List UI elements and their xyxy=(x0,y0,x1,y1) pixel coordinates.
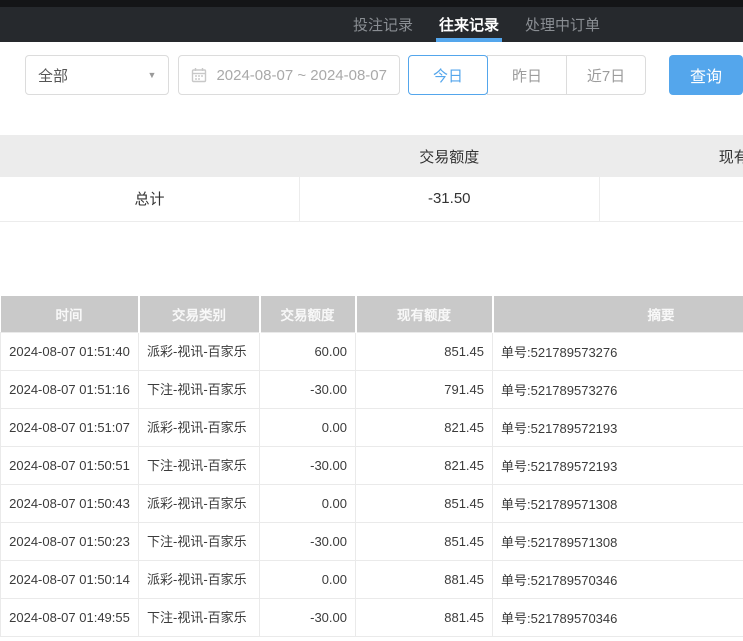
cell-summary: 单号:521789570346 xyxy=(493,599,743,637)
cell-balance: 821.45 xyxy=(356,409,493,447)
cell-time: 2024-08-07 01:51:40 xyxy=(1,333,139,371)
summary-header-row: 交易额度 现有额度 xyxy=(0,135,743,177)
summary-table: 交易额度 现有额度 总计 -31.50 xyxy=(0,135,743,222)
cell-time: 2024-08-07 01:51:16 xyxy=(1,371,139,409)
cell-summary: 单号:521789572193 xyxy=(493,447,743,485)
date-range-picker[interactable]: 2024-08-07 ~ 2024-08-07 xyxy=(178,55,400,95)
cell-time: 2024-08-07 01:50:14 xyxy=(1,561,139,599)
cell-type: 下注-视讯-百家乐 xyxy=(139,371,260,409)
cell-balance: 881.45 xyxy=(356,599,493,637)
top-navbar: 投注记录 往来记录 处理中订单 xyxy=(0,7,743,42)
yesterday-button[interactable]: 昨日 xyxy=(487,55,567,95)
col-time: 时间 xyxy=(1,296,139,333)
table-row[interactable]: 2024-08-07 01:50:23 下注-视讯-百家乐 -30.00 851… xyxy=(1,523,743,561)
cell-amount: 0.00 xyxy=(260,561,356,599)
summary-table-wrap: 交易额度 现有额度 总计 -31.50 xyxy=(0,135,743,222)
cell-time: 2024-08-07 01:50:23 xyxy=(1,523,139,561)
table-row[interactable]: 2024-08-07 01:50:43 派彩-视讯-百家乐 0.00 851.4… xyxy=(1,485,743,523)
col-amount: 交易额度 xyxy=(260,296,356,333)
cell-time: 2024-08-07 01:50:51 xyxy=(1,447,139,485)
cell-type: 下注-视讯-百家乐 xyxy=(139,599,260,637)
cell-balance: 851.45 xyxy=(356,333,493,371)
table-row[interactable]: 2024-08-07 01:50:51 下注-视讯-百家乐 -30.00 821… xyxy=(1,447,743,485)
cell-amount: -30.00 xyxy=(260,599,356,637)
cell-amount: -30.00 xyxy=(260,523,356,561)
cell-balance: 851.45 xyxy=(356,523,493,561)
calendar-icon xyxy=(191,67,207,83)
cell-time: 2024-08-07 01:50:43 xyxy=(1,485,139,523)
summary-col-amount: 交易额度 xyxy=(300,135,600,177)
cell-time: 2024-08-07 01:49:55 xyxy=(1,599,139,637)
category-select-value: 全部 xyxy=(38,65,68,86)
tab-betting-records[interactable]: 投注记录 xyxy=(340,7,426,42)
date-range-value: 2024-08-07 ~ 2024-08-07 xyxy=(216,67,387,84)
records-table: 时间 交易类别 交易额度 现有额度 摘要 2024-08-07 01:51:40… xyxy=(0,296,743,638)
summary-total-label: 总计 xyxy=(0,177,300,221)
cell-type: 派彩-视讯-百家乐 xyxy=(139,485,260,523)
tab-processing-orders[interactable]: 处理中订单 xyxy=(512,7,613,42)
cell-type: 下注-视讯-百家乐 xyxy=(139,447,260,485)
col-summary: 摘要 xyxy=(493,296,743,333)
col-type: 交易类别 xyxy=(139,296,260,333)
summary-total-amount: -31.50 xyxy=(300,177,600,221)
table-row[interactable]: 2024-08-07 01:50:14 派彩-视讯-百家乐 0.00 881.4… xyxy=(1,561,743,599)
cell-type: 派彩-视讯-百家乐 xyxy=(139,409,260,447)
cell-amount: -30.00 xyxy=(260,447,356,485)
cell-summary: 单号:521789571308 xyxy=(493,485,743,523)
cell-summary: 单号:521789573276 xyxy=(493,333,743,371)
cell-summary: 单号:521789570346 xyxy=(493,561,743,599)
summary-total-balance xyxy=(599,177,743,221)
filter-bar: 全部 ▼ 2024-08-07 ~ 2024-08-07 今日 昨日 近7日 查… xyxy=(25,55,743,95)
records-table-wrap: 时间 交易类别 交易额度 现有额度 摘要 2024-08-07 01:51:40… xyxy=(0,296,743,638)
chevron-down-icon: ▼ xyxy=(148,70,157,80)
cell-summary: 单号:521789573276 xyxy=(493,371,743,409)
table-row[interactable]: 2024-08-07 01:51:16 下注-视讯-百家乐 -30.00 791… xyxy=(1,371,743,409)
summary-col-balance: 现有额度 xyxy=(599,135,743,177)
cell-summary: 单号:521789572193 xyxy=(493,409,743,447)
window-top-strip xyxy=(0,0,743,7)
records-header-row: 时间 交易类别 交易额度 现有额度 摘要 xyxy=(1,296,743,333)
table-row[interactable]: 2024-08-07 01:51:40 派彩-视讯-百家乐 60.00 851.… xyxy=(1,333,743,371)
col-balance: 现有额度 xyxy=(356,296,493,333)
tab-transaction-records[interactable]: 往来记录 xyxy=(426,7,512,42)
category-select[interactable]: 全部 ▼ xyxy=(25,55,169,95)
cell-type: 下注-视讯-百家乐 xyxy=(139,523,260,561)
cell-amount: -30.00 xyxy=(260,371,356,409)
last7days-button[interactable]: 近7日 xyxy=(566,55,646,95)
cell-amount: 60.00 xyxy=(260,333,356,371)
quick-range-group: 今日 昨日 近7日 xyxy=(408,55,646,95)
cell-balance: 881.45 xyxy=(356,561,493,599)
search-button[interactable]: 查询 xyxy=(669,55,743,95)
cell-balance: 821.45 xyxy=(356,447,493,485)
summary-col-empty xyxy=(0,135,300,177)
cell-balance: 791.45 xyxy=(356,371,493,409)
cell-amount: 0.00 xyxy=(260,409,356,447)
table-row[interactable]: 2024-08-07 01:49:55 下注-视讯-百家乐 -30.00 881… xyxy=(1,599,743,637)
cell-balance: 851.45 xyxy=(356,485,493,523)
cell-type: 派彩-视讯-百家乐 xyxy=(139,561,260,599)
today-button[interactable]: 今日 xyxy=(408,55,488,95)
cell-type: 派彩-视讯-百家乐 xyxy=(139,333,260,371)
cell-summary: 单号:521789571308 xyxy=(493,523,743,561)
summary-total-row: 总计 -31.50 xyxy=(0,177,743,221)
table-row[interactable]: 2024-08-07 01:51:07 派彩-视讯-百家乐 0.00 821.4… xyxy=(1,409,743,447)
cell-time: 2024-08-07 01:51:07 xyxy=(1,409,139,447)
cell-amount: 0.00 xyxy=(260,485,356,523)
